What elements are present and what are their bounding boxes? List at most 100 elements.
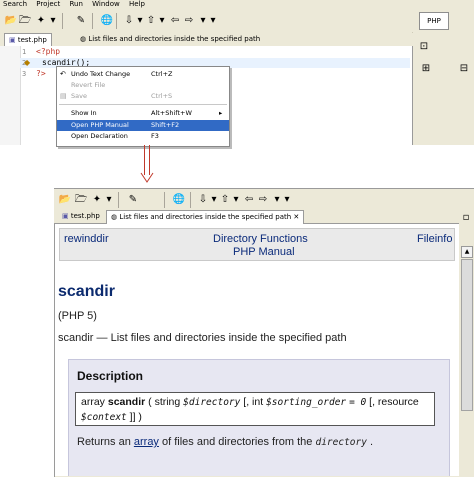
- undo-icon: ↶: [60, 70, 66, 78]
- prev-page-link[interactable]: rewinddir: [64, 233, 109, 245]
- method-synopsis: array scandir ( string $directory [, int…: [75, 392, 435, 426]
- chevron-down-icon[interactable]: ▾: [102, 193, 116, 206]
- outline-icon[interactable]: ⊡: [417, 40, 431, 53]
- forward-arrow-icon[interactable]: ⇨: [182, 14, 196, 27]
- transition-arrow: [144, 145, 150, 175]
- menu-window[interactable]: Window: [92, 0, 120, 8]
- toolbar-separator: [62, 13, 63, 29]
- editor-gutter: [0, 46, 21, 145]
- globe-icon[interactable]: 🌐: [100, 14, 114, 27]
- toolbar-separator: [92, 13, 93, 29]
- tab-label: List files and directories inside the sp…: [119, 213, 292, 221]
- scroll-up-button[interactable]: ▲: [461, 246, 473, 258]
- right-outline-pane: ⊡ ⊞ ⊟: [413, 32, 474, 145]
- bottom-toolbar: 📂 🗁 ✦ ▾ ✎ 🌐 ⇩ ▾ ⇧ ▾ ⇦ ⇨ ▾ ▾: [54, 189, 474, 209]
- edit-pencil-icon[interactable]: ✎: [126, 193, 140, 206]
- return-type: array: [81, 396, 105, 408]
- tab-test-php[interactable]: ▣ test.php: [58, 210, 104, 223]
- globe-icon[interactable]: 🌐: [172, 193, 186, 206]
- returns-text: Returns an array of files and directorie…: [77, 436, 374, 448]
- open-folder-icon[interactable]: 📂: [4, 14, 18, 27]
- toolbar-separator: [164, 192, 165, 208]
- php-perspective-label: PHP: [427, 17, 441, 25]
- close-icon[interactable]: ✕: [293, 213, 299, 221]
- chevron-down-icon[interactable]: ▾: [46, 14, 60, 27]
- function-name: scandir: [107, 396, 146, 408]
- context-menu: ↶ Undo Text Change Ctrl+Z Revert File ▤ …: [56, 66, 230, 147]
- param-type: resource: [377, 396, 419, 408]
- top-toolbar: 📂 🗁 ✦ ▾ ✎ 🌐 ⇩ ▾ ⇧ ▾ ⇦ ⇨ ▾ ▾: [0, 10, 474, 33]
- php-file-icon: ▣: [9, 36, 16, 44]
- menu-item-save[interactable]: ▤ Save Ctrl+S: [57, 91, 229, 102]
- menu-item-open-php-manual[interactable]: Open PHP Manual Shift+F2: [57, 120, 229, 131]
- toolbar-separator: [116, 13, 117, 29]
- param-default: = 0: [349, 397, 367, 408]
- tab-label: List files and directories inside the sp…: [88, 35, 261, 43]
- manual-home-link[interactable]: PHP Manual: [233, 246, 295, 258]
- tab-manual-page[interactable]: ◍ List files and directories inside the …: [106, 210, 305, 224]
- param-name: $sorting_order: [266, 397, 347, 408]
- tab-label: test.php: [17, 36, 47, 44]
- function-purpose: scandir — List files and directories ins…: [58, 332, 347, 344]
- menu-help[interactable]: Help: [129, 0, 145, 8]
- php-perspective-button[interactable]: PHP: [419, 12, 449, 30]
- outline-icon[interactable]: ⊟: [457, 62, 471, 75]
- chevron-down-icon[interactable]: ▾: [155, 14, 169, 27]
- param-type: int: [252, 396, 264, 408]
- menu-item-show-in[interactable]: Show In Alt+Shift+W ▸: [57, 108, 229, 119]
- chevron-down-icon[interactable]: ▾: [280, 193, 294, 206]
- line-number: 3: [22, 70, 27, 78]
- vertical-scrollbar[interactable]: ▫ ▲: [459, 209, 474, 476]
- menu-search[interactable]: Search: [3, 0, 27, 8]
- php-file-icon: ▣: [62, 212, 69, 220]
- description-heading: Description: [77, 369, 144, 383]
- array-link[interactable]: array: [134, 436, 159, 448]
- line-number: 1: [22, 48, 27, 56]
- menu-separator: [59, 104, 227, 105]
- menu-item-undo[interactable]: ↶ Undo Text Change Ctrl+Z: [57, 69, 229, 80]
- outline-icon[interactable]: ⊞: [419, 62, 433, 75]
- globe-icon: ◍: [111, 213, 118, 221]
- param-name: $context: [81, 412, 127, 423]
- menu-run[interactable]: Run: [69, 0, 82, 8]
- open-folder-icon[interactable]: 📂: [58, 193, 72, 206]
- code-line: ?>: [36, 69, 46, 78]
- globe-icon: ◍: [80, 35, 87, 43]
- forward-arrow-icon[interactable]: ⇨: [256, 193, 270, 206]
- param-name: directory: [315, 437, 367, 448]
- menu-item-open-declaration[interactable]: Open Declaration F3: [57, 131, 229, 142]
- next-page-link[interactable]: Fileinfo: [417, 233, 452, 245]
- back-arrow-icon[interactable]: ⇦: [168, 14, 182, 27]
- php-version: (PHP 5): [58, 310, 97, 322]
- back-arrow-icon[interactable]: ⇦: [242, 193, 256, 206]
- menu-item-revert-file[interactable]: Revert File: [57, 80, 229, 91]
- new-folder-icon[interactable]: 🗁: [74, 193, 88, 206]
- submenu-arrow-icon: ▸: [219, 109, 223, 117]
- tab-test-php[interactable]: ▣ test.php: [4, 33, 52, 47]
- param-type: string: [154, 396, 181, 408]
- page-title: scandir: [58, 283, 115, 300]
- down-arrow-icon: [140, 172, 154, 183]
- edit-pencil-icon[interactable]: ✎: [74, 14, 88, 27]
- menubar: Search Project Run Window Help: [0, 0, 474, 9]
- section-link[interactable]: Directory Functions: [213, 233, 308, 245]
- scroll-thumb[interactable]: [461, 259, 473, 411]
- chevron-down-icon[interactable]: ▾: [206, 14, 220, 27]
- editor-tab-row: ▣ test.php ◍ List files and directories …: [0, 32, 412, 47]
- lightbulb-icon: ◆: [24, 58, 31, 67]
- param-name: $directory: [183, 397, 241, 408]
- tab-manual-page[interactable]: ◍ List files and directories inside the …: [76, 33, 264, 46]
- code-line: <?php: [36, 47, 61, 56]
- tab-label: test.php: [70, 212, 100, 220]
- manual-nav-bar: rewinddir Directory Functions PHP Manual…: [59, 228, 455, 261]
- new-folder-icon[interactable]: 🗁: [18, 14, 32, 27]
- view-menu-icon[interactable]: ▫: [459, 211, 473, 224]
- save-icon: ▤: [60, 92, 67, 100]
- chevron-down-icon[interactable]: ▾: [229, 193, 243, 206]
- php-manual-browser: rewinddir Directory Functions PHP Manual…: [55, 224, 459, 476]
- bottom-tab-row: ▣ test.php ◍ List files and directories …: [54, 209, 459, 224]
- toolbar-separator: [118, 192, 119, 208]
- description-box: Description array scandir ( string $dire…: [68, 359, 450, 476]
- menu-project[interactable]: Project: [36, 0, 60, 8]
- toolbar-separator: [190, 192, 191, 208]
